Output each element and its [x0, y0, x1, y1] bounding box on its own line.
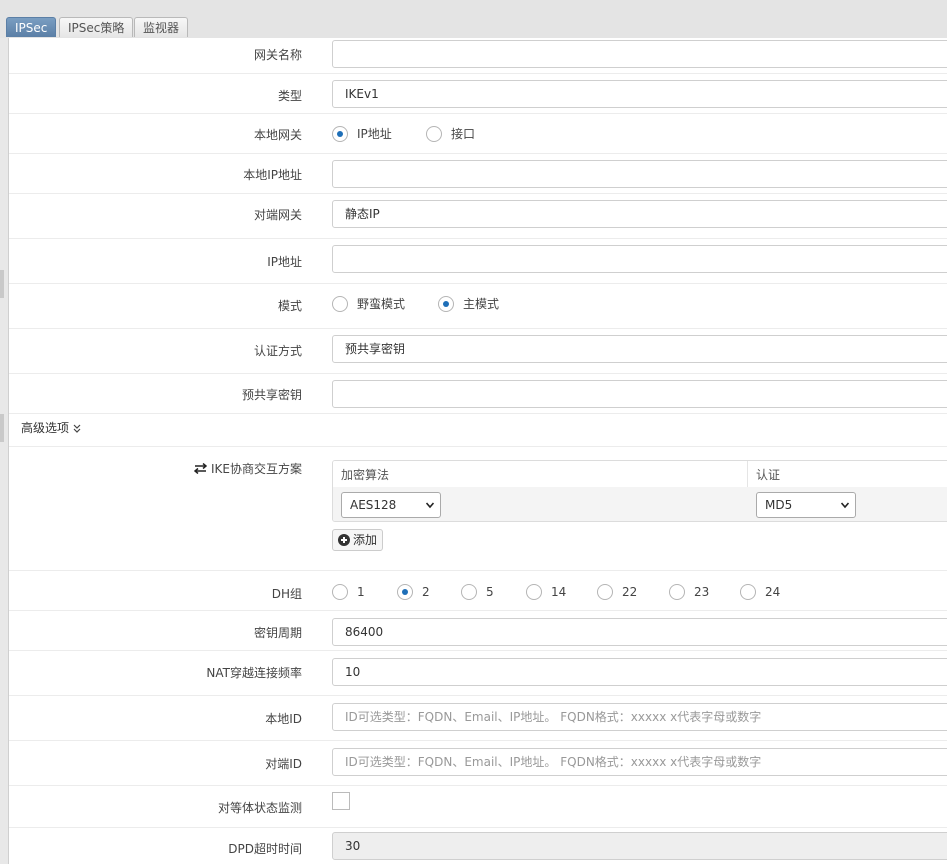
tab-monitor[interactable]: 监视器	[134, 17, 189, 37]
add-proposal-button[interactable]: 添加	[332, 529, 383, 551]
rail-handle[interactable]	[0, 270, 4, 298]
double-chevron-down-icon	[73, 424, 81, 433]
chevron-down-icon	[426, 502, 434, 509]
ike-table-header: 加密算法 认证	[333, 461, 947, 488]
left-scroll-rail[interactable]	[0, 38, 9, 864]
psk-label: 预共享密钥	[241, 388, 302, 402]
radio-label: 22	[622, 585, 638, 599]
key-lifetime-label: 密钥周期	[253, 626, 302, 640]
radio-checked-icon[interactable]	[332, 126, 348, 142]
dpd-timeout-label: DPD超时时间	[228, 842, 302, 856]
column-divider	[747, 461, 748, 487]
auth-value: MD5	[765, 498, 793, 512]
dh-group-label: DH组	[271, 587, 302, 601]
radio-unchecked-icon[interactable]	[597, 584, 613, 600]
ike-col-encryption: 加密算法	[341, 468, 390, 482]
type-field[interactable]: IKEv1	[332, 80, 947, 108]
gateway-name-input[interactable]	[332, 40, 947, 68]
advanced-options-label: 高级选项	[21, 421, 70, 435]
radio-unchecked-icon[interactable]	[461, 584, 477, 600]
row-dpd: 对等体状态监测	[9, 786, 947, 828]
radio-unchecked-icon[interactable]	[332, 296, 348, 312]
dpd-checkbox[interactable]	[332, 792, 350, 810]
dpd-label: 对等体状态监测	[217, 801, 302, 815]
auth-method-field[interactable]: 预共享密钥	[332, 335, 947, 363]
exchange-arrows-icon	[194, 462, 208, 475]
mode-label: 模式	[277, 299, 302, 313]
table-row: AES128 MD5	[333, 487, 947, 521]
row-local-gateway: 本地网关	[9, 114, 947, 154]
advanced-options-toggle[interactable]: 高级选项	[21, 420, 81, 436]
local-ip-label: 本地IP地址	[243, 168, 302, 182]
ip-address-label: IP地址	[267, 255, 302, 269]
plus-circle-icon	[338, 534, 350, 546]
rail-handle[interactable]	[0, 414, 4, 442]
ike-proposal-label: IKE协商交互方案	[194, 460, 302, 477]
radio-label: 接口	[451, 127, 476, 141]
key-lifetime-input[interactable]	[332, 618, 947, 646]
row-advanced: 高级选项	[9, 414, 947, 447]
radio-label: 14	[551, 585, 567, 599]
form-panel: 网关名称 类型 IKEv1 本地网关 IP地址 接口 本地IP地址 对端网关 静…	[9, 38, 947, 864]
nat-keepalive-input[interactable]	[332, 658, 947, 686]
encryption-select[interactable]: AES128	[341, 492, 441, 518]
radio-unchecked-icon[interactable]	[669, 584, 685, 600]
radio-label: 24	[765, 585, 781, 599]
psk-input[interactable]	[332, 380, 947, 408]
peer-gateway-label: 对端网关	[253, 208, 302, 222]
nat-keepalive-label: NAT穿越连接频率	[206, 666, 302, 680]
tab-ipsec[interactable]: IPSec	[6, 17, 57, 37]
local-gateway-label: 本地网关	[253, 128, 302, 142]
local-id-input[interactable]	[332, 703, 947, 731]
tab-ipsec-policy[interactable]: IPSec策略	[59, 17, 134, 37]
radio-unchecked-icon[interactable]	[740, 584, 756, 600]
radio-label: 5	[486, 585, 494, 599]
peer-gateway-field[interactable]: 静态IP	[332, 200, 947, 228]
peer-id-input[interactable]	[332, 748, 947, 776]
encryption-value: AES128	[350, 498, 397, 512]
ip-address-input[interactable]	[332, 245, 947, 273]
gateway-name-label: 网关名称	[253, 48, 302, 62]
ike-proposal-text: IKE协商交互方案	[211, 462, 302, 476]
local-id-label: 本地ID	[265, 712, 302, 726]
radio-unchecked-icon[interactable]	[332, 584, 348, 600]
radio-checked-icon[interactable]	[397, 584, 413, 600]
type-label: 类型	[277, 89, 302, 103]
local-ip-input[interactable]	[332, 160, 947, 188]
radio-checked-icon[interactable]	[438, 296, 454, 312]
radio-label: 野蛮模式	[357, 297, 406, 311]
radio-unchecked-icon[interactable]	[426, 126, 442, 142]
row-dh-group: DH组	[9, 571, 947, 611]
radio-label: 主模式	[463, 297, 500, 311]
peer-id-label: 对端ID	[265, 757, 302, 771]
radio-label: 2	[422, 585, 430, 599]
auth-select[interactable]: MD5	[756, 492, 856, 518]
ike-col-auth: 认证	[756, 468, 781, 482]
add-button-label: 添加	[353, 533, 378, 547]
auth-method-label: 认证方式	[253, 344, 302, 358]
radio-label: 1	[357, 585, 365, 599]
ike-proposal-table: 加密算法 认证 AES128 MD5	[332, 460, 947, 522]
radio-label: 23	[694, 585, 710, 599]
dpd-timeout-field[interactable]: 30	[332, 832, 947, 860]
radio-unchecked-icon[interactable]	[526, 584, 542, 600]
tab-bar: IPSec IPSec策略 监视器	[0, 0, 947, 38]
chevron-down-icon	[841, 502, 849, 509]
radio-label: IP地址	[357, 127, 392, 141]
